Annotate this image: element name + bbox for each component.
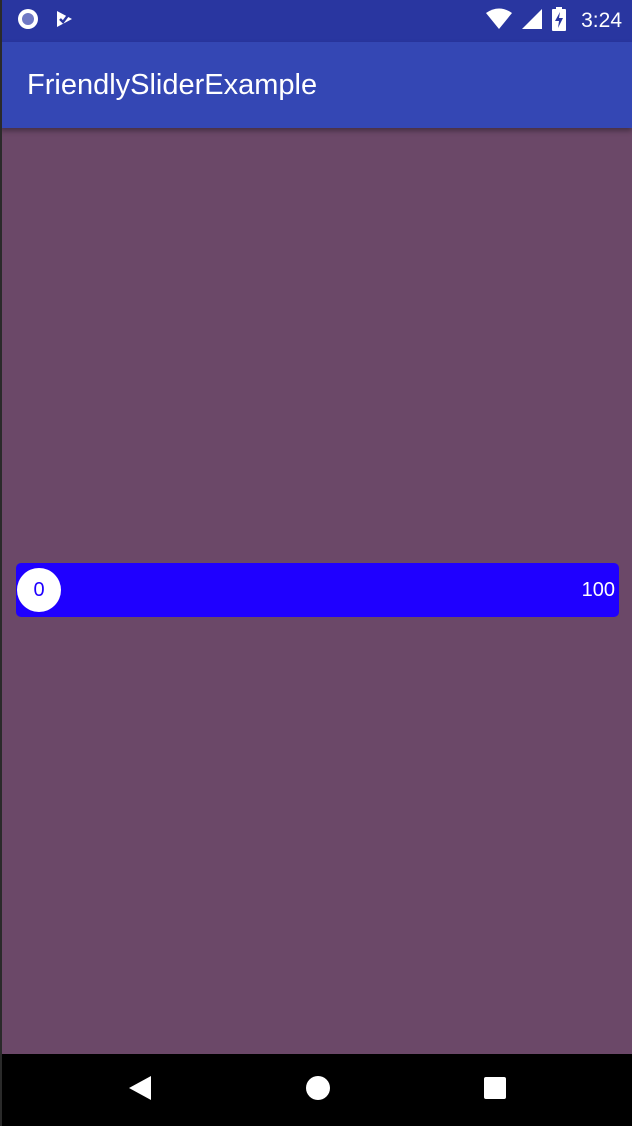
recents-button[interactable] [455,1054,535,1126]
status-bar: 3:24 [0,0,632,42]
home-button[interactable] [278,1054,358,1126]
status-left-icons [16,0,76,42]
back-button[interactable] [100,1054,180,1126]
recents-icon [483,1076,507,1105]
notification-check-icon [54,8,76,35]
status-time: 3:24 [581,9,622,32]
app-bar: FriendlySliderExample [0,42,632,128]
app-screen: 3:24 FriendlySliderExample 0 100 [0,0,632,1126]
app-title: FriendlySliderExample [27,69,318,101]
screen-edge [0,0,2,1126]
friendly-slider[interactable]: 0 100 [16,563,619,617]
wifi-icon [485,8,513,35]
slider-current-value: 0 [33,578,45,601]
home-icon [305,1075,331,1106]
back-icon [128,1075,152,1106]
battery-charging-icon [551,6,567,36]
slider-thumb[interactable]: 0 [17,568,61,612]
cell-signal-icon [521,8,543,35]
status-right-icons: 3:24 [485,0,622,42]
slider-max-value: 100 [581,579,615,601]
navigation-bar [0,1054,632,1126]
notification-circle-icon [16,7,40,36]
